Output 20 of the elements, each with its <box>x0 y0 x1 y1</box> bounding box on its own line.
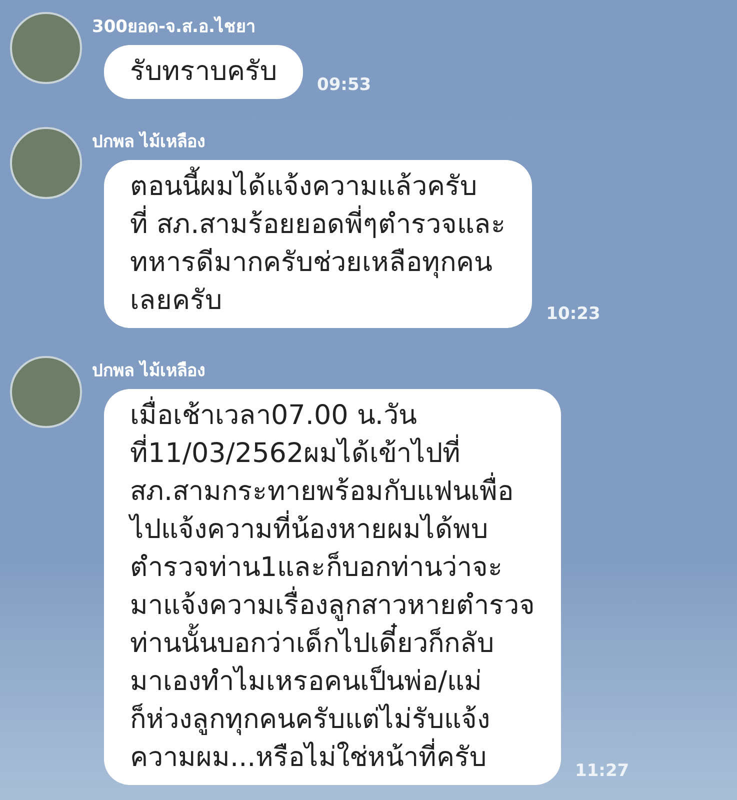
message-text: ท่านนั้นบอกว่าเด็กไปเดี๋ยวก็กลับ <box>130 625 535 663</box>
message-text: ตำรวจท่าน1และก็บอกท่านว่าจะ <box>130 550 504 585</box>
message-text: ก็ห่วงลูกทุกคนครับแต่ไม่รับแจ้ง <box>130 702 491 738</box>
message-text: เมื่อเช้าเวลา07.00 น.วัน <box>130 397 535 435</box>
message-text: รับทราบครับ <box>130 55 277 89</box>
message-text: ความผม...หรือไม่ใช่หน้าที่ครับ <box>130 739 535 777</box>
sender-name: ปกพล ไม้เหลือง <box>92 359 206 383</box>
message-time: 11:27 <box>575 761 630 783</box>
message-text: ไปแจ้งความที่น้องหายผมได้พบ <box>130 511 535 549</box>
message-text: ทหารดีมากครับช่วยเหลือทุกคน <box>130 246 493 280</box>
message-text: มาเองทำไมเหรอคนเป็นพ่อ/แม่ <box>130 664 484 699</box>
message-text: เลยครับ <box>130 284 223 318</box>
sender-name: 300ยอด-จ.ส.อ.ไชยา <box>92 15 257 39</box>
message-text: ที่11/03/2562ผมได้เข้าไปที่ <box>130 435 535 473</box>
message-time: 10:23 <box>546 304 600 326</box>
message-text: สภ.สามกระทายพร้อมกับแฟนเพื่อ <box>130 473 535 511</box>
message-time: 09:53 <box>317 75 372 97</box>
sender-name: ปกพล ไม้เหลือง <box>92 130 206 154</box>
message-text: ตอนนี้ผมได้แจ้งความแล้วครับ <box>130 168 506 206</box>
message-text: ที่ สภ.สามร้อยยอดพี่ๆตำรวจและ <box>130 206 506 244</box>
